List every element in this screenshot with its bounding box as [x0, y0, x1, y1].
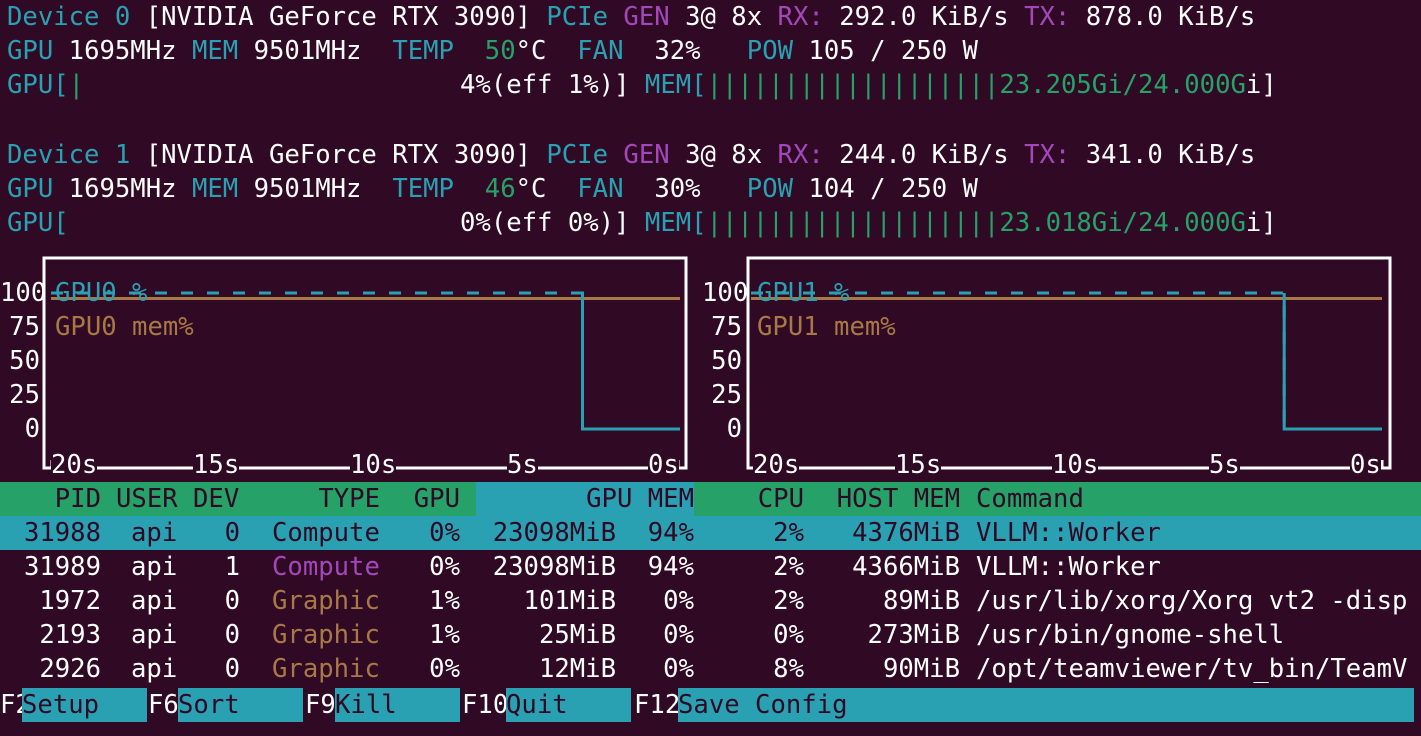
cell-command: VLLM::Worker	[976, 518, 1161, 548]
table-row[interactable]: 2193 api 0 Graphic 1% 25MiB 0% 0% 273MiB/usr/bin…	[0, 618, 1421, 652]
cell-dev: 0	[224, 518, 240, 548]
gpu-util-drop-line	[1282, 293, 1382, 431]
sort-button[interactable]: Sort	[178, 688, 303, 722]
f6-key: F6	[148, 690, 179, 720]
cell-gpu-mem-pct: 94%	[647, 518, 694, 548]
table-row[interactable]: 31989 api 1 Compute 0% 23098MiB 94% 2% 4366MiB VL…	[0, 550, 1421, 584]
cell-gpu-mem: 12MiB	[538, 654, 616, 684]
cell-gpu-mem: 101MiB	[523, 586, 616, 616]
col-type[interactable]: TYPE	[250, 482, 380, 516]
cell-gpu-mem-pct: 94%	[647, 552, 694, 582]
cell-cpu: 2%	[773, 518, 804, 548]
cell-type: Compute	[272, 518, 380, 548]
cell-host-mem: 4366MiB	[852, 552, 960, 582]
cell-type: Graphic	[272, 620, 380, 650]
x-tick: 0s	[1350, 448, 1381, 482]
cell-gpu-mem: 25MiB	[538, 620, 616, 650]
cell-command: /opt/teamviewer/tv_bin/TeamV	[976, 654, 1408, 684]
cell-user: api	[131, 620, 178, 650]
function-key-bar: F2 Setup F6 Sort F9 Kill F10 Quit F12 Sa…	[0, 688, 1421, 722]
cell-user: api	[131, 552, 178, 582]
table-row[interactable]: 2926 api 0 Graphic 0% 12MiB 0% 8% 90MiB/opt/team…	[0, 652, 1421, 686]
quit-button[interactable]: Quit	[506, 688, 631, 722]
x-tick: 5s	[1209, 448, 1240, 482]
cell-cpu: 2%	[773, 586, 804, 616]
col-dev[interactable]: DEV	[193, 482, 239, 516]
col-gpu-mem[interactable]: GPU MEM	[476, 482, 694, 516]
cell-dev: 0	[224, 620, 240, 650]
cell-gpu-mem: 23098MiB	[492, 552, 616, 582]
cell-cpu: 8%	[773, 654, 804, 684]
cell-pid: 31989	[23, 552, 101, 582]
cell-gpu-mem-pct: 0%	[663, 654, 694, 684]
setup-button[interactable]: Setup	[22, 688, 147, 722]
cell-command: /usr/lib/xorg/Xorg vt2 -disp	[976, 586, 1408, 616]
cell-gpu: 1%	[429, 586, 460, 616]
table-row[interactable]: 1972 api 0 Graphic 1% 101MiB 0% 2% 89MiB/usr/lib…	[0, 584, 1421, 618]
cell-command: VLLM::Worker	[976, 552, 1161, 582]
cell-gpu-mem-pct: 0%	[663, 586, 694, 616]
cell-pid: 2193	[39, 620, 101, 650]
cell-gpu: 0%	[429, 654, 460, 684]
cell-dev: 0	[224, 654, 240, 684]
save-config-button[interactable]: Save Config	[678, 688, 1414, 722]
cell-user: api	[131, 654, 178, 684]
cell-dev: 1	[224, 552, 240, 582]
process-table-header: PID USER DEV TYPE GPU GPU MEM CPU HOST M…	[0, 482, 1421, 516]
cell-pid: 2926	[39, 654, 101, 684]
cell-gpu: 1%	[429, 620, 460, 650]
cell-host-mem: 4376MiB	[852, 518, 960, 548]
cell-gpu-mem: 23098MiB	[492, 518, 616, 548]
cell-cpu: 2%	[773, 552, 804, 582]
col-host-mem[interactable]: HOST MEM	[804, 482, 960, 516]
cell-type: Graphic	[272, 586, 380, 616]
cell-host-mem: 89MiB	[882, 586, 960, 616]
f9-key: F9	[305, 690, 336, 720]
table-row[interactable]: 31988 api 0 Compute 0% 23098MiB 94% 2% 4376MiB VL…	[0, 516, 1421, 550]
col-cpu[interactable]: CPU	[694, 482, 804, 516]
col-pid[interactable]: PID	[0, 482, 101, 516]
cell-pid: 1972	[39, 586, 101, 616]
cell-gpu: 0%	[429, 518, 460, 548]
cell-user: api	[131, 518, 178, 548]
legend-gpu-mem: GPU1 mem%	[757, 312, 896, 342]
x-tick: 10s	[1052, 448, 1099, 482]
col-user[interactable]: USER	[116, 482, 178, 516]
cell-gpu-mem-pct: 0%	[663, 620, 694, 650]
cell-gpu: 0%	[429, 552, 460, 582]
cell-type: Graphic	[272, 654, 380, 684]
cell-pid: 31988	[23, 518, 101, 548]
f10-key: F10	[462, 690, 509, 720]
x-tick: 20s	[753, 448, 800, 482]
cell-dev: 0	[224, 586, 240, 616]
cell-cpu: 0%	[773, 620, 804, 650]
legend-gpu-util: GPU1 %	[757, 278, 850, 308]
x-tick: 15s	[895, 448, 942, 482]
kill-button[interactable]: Kill	[335, 688, 460, 722]
col-gpu[interactable]: GPU	[380, 482, 460, 516]
f12-key: F12	[634, 690, 681, 720]
col-command[interactable]: Command	[976, 482, 1084, 516]
cell-host-mem: 273MiB	[867, 620, 960, 650]
cell-host-mem: 90MiB	[882, 654, 960, 684]
cell-command: /usr/bin/gnome-shell	[976, 620, 1285, 650]
cell-type: Compute	[272, 552, 380, 582]
cell-user: api	[131, 586, 178, 616]
